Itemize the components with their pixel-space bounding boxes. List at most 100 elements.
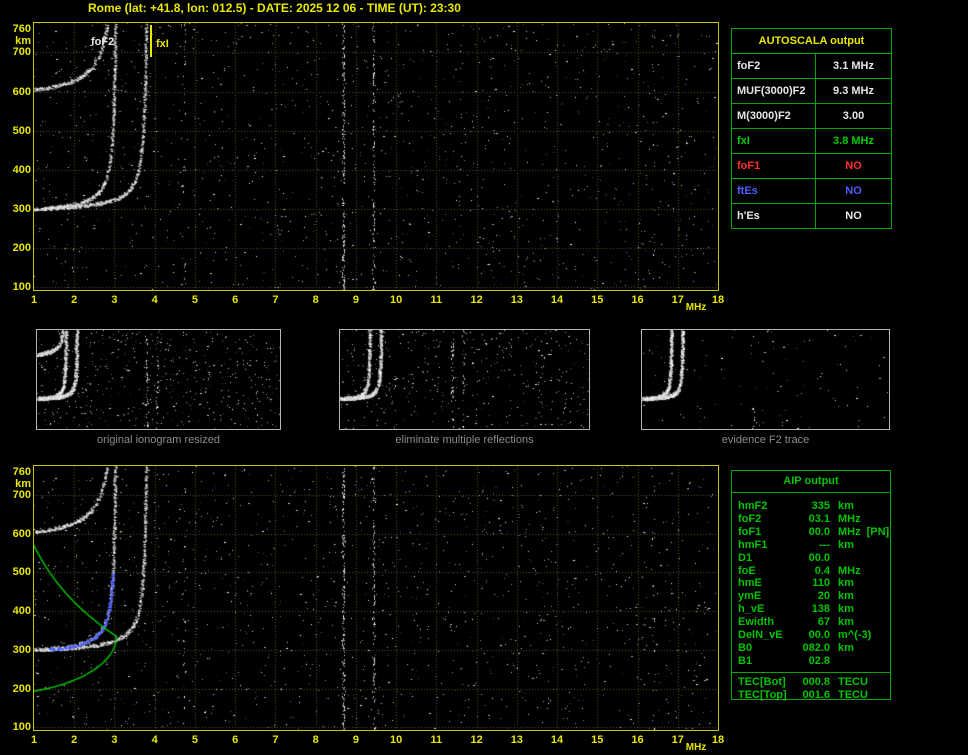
aip-row-b0: B0 082.0 km (732, 642, 890, 655)
aip-param-unit: TECU (838, 675, 868, 688)
x-axis-unit: MHz (685, 302, 707, 313)
fxI-marker-line (150, 25, 152, 57)
ionogram-bottom-plot (33, 465, 719, 731)
x-tick-label: 15 (591, 294, 604, 306)
aip-param-extra: [PN] (866, 525, 890, 538)
x-tick-label: 9 (352, 734, 359, 746)
aip-row-delnve: DelN_vE 00.0 m^(-3) (732, 629, 890, 642)
aip-param-value: 110 (812, 577, 830, 590)
thumbnail-caption-original: original ionogram resized (97, 434, 220, 446)
y-tick-label: 700 (12, 46, 31, 59)
x-tick-label: 2 (71, 294, 78, 306)
thumbnail-eliminate-canvas (340, 330, 589, 429)
y-axis-unit: km (15, 35, 31, 47)
x-tick-label: 18 (711, 294, 725, 306)
x-tick-label: 10 (389, 734, 403, 746)
x-tick-label: 6 (232, 734, 239, 746)
x-tick-label: 7 (272, 734, 279, 746)
autoscala-param-value: 3.8 MHz (815, 128, 892, 154)
thumbnail-original-ionogram (36, 329, 281, 430)
autoscala-row-muf3000f2: MUF(3000)F2 9.3 MHz (731, 78, 892, 104)
ionogram-bottom-canvas (34, 466, 718, 730)
x-tick-label: 14 (550, 734, 564, 746)
aip-divider (732, 671, 890, 673)
aip-param-name: B0 (738, 641, 753, 654)
aip-param-value: --- (819, 538, 830, 551)
x-tick-label: 11 (430, 294, 443, 306)
y-tick-label: 200 (12, 242, 31, 255)
autoscala-param-value: 3.1 MHz (815, 53, 892, 79)
x-tick-label: 6 (232, 294, 239, 306)
aip-param-value: 000.8 (802, 675, 830, 688)
aip-param-value: 138 (811, 603, 830, 616)
x-tick-label: 4 (151, 734, 158, 746)
aip-param-name: DelN_vE (738, 629, 783, 642)
y-tick-label: 600 (12, 85, 31, 98)
y-tick-label: 200 (12, 682, 31, 695)
y-tick-label: 300 (12, 643, 31, 656)
autoscala-screen: Rome (lat: +41.8, lon: 012.5) - DATE: 20… (0, 0, 968, 755)
aip-param-name: hmF1 (738, 538, 768, 551)
y-tick-label: 600 (12, 527, 31, 540)
autoscala-param-label: MUF(3000)F2 (731, 78, 816, 104)
x-tick-label: 5 (191, 294, 198, 306)
x-tick-label: 12 (470, 294, 483, 306)
ionogram-top-plot (33, 22, 719, 291)
thumbnail-original-canvas (37, 330, 280, 429)
autoscala-row-fxi: fxI 3.8 MHz (731, 128, 892, 154)
autoscala-param-value: 9.3 MHz (815, 78, 892, 104)
thumbnail-eliminate-reflections (339, 329, 590, 430)
aip-param-value: 67 (817, 616, 830, 629)
aip-param-name: h_vE (738, 603, 765, 616)
x-tick-label: 13 (510, 294, 523, 306)
aip-param-unit: km (838, 616, 854, 629)
x-tick-label: 13 (510, 734, 523, 746)
x-axis-unit: MHz (685, 742, 707, 753)
aip-param-name: TEC[Top] (738, 688, 787, 701)
y-axis-unit: km (15, 478, 31, 490)
aip-param-value: 20 (817, 590, 830, 603)
aip-param-unit: m^(-3) (838, 629, 872, 642)
aip-row-yme: ymE 20 km (732, 590, 890, 603)
autoscala-param-label: foF2 (731, 53, 816, 79)
aip-param-value: 0.4 (814, 564, 830, 577)
aip-row-hve: h_vE 138 km (732, 603, 890, 616)
y-tick-label: 300 (12, 202, 31, 215)
x-tick-label: 7 (272, 294, 279, 306)
x-tick-label: 15 (591, 734, 604, 746)
autoscala-row-ftes: ftEs NO (731, 178, 892, 204)
aip-param-name: foF1 (738, 525, 762, 538)
aip-row-foe: foE 0.4 MHz (732, 565, 890, 578)
y-tick-label: 500 (12, 566, 31, 579)
aip-row-tecbot: TEC[Bot] 000.8 TECU (732, 676, 890, 689)
aip-param-value: 335 (811, 500, 830, 512)
x-tick-label: 9 (352, 294, 359, 306)
aip-param-unit: km (838, 500, 854, 512)
aip-param-unit: km (838, 590, 854, 603)
autoscala-title-row: AUTOSCALA output (731, 28, 892, 54)
autoscala-param-label: foF1 (731, 153, 816, 179)
x-tick-label: 16 (631, 294, 644, 306)
aip-param-value: 00.0 (808, 525, 830, 538)
x-tick-label: 1 (30, 294, 38, 306)
aip-param-value: 00.0 (808, 551, 830, 564)
aip-param-unit: TECU (838, 688, 868, 701)
aip-row-b1: B1 02.8 (732, 655, 890, 668)
x-tick-label: 18 (711, 734, 725, 746)
autoscala-param-label: h'Es (731, 203, 816, 229)
x-tick-label: 10 (389, 294, 403, 306)
x-tick-label: 8 (312, 294, 319, 306)
autoscala-param-value: 3.00 (815, 103, 892, 129)
aip-param-name: B1 (738, 654, 753, 667)
aip-param-value: 001.6 (802, 688, 830, 701)
y-tick-label: 760 (12, 22, 31, 35)
aip-row-ewidth: Ewidth 67 km (732, 616, 890, 629)
y-tick-label: 100 (12, 721, 31, 734)
autoscala-output-table: AUTOSCALA output foF2 3.1 MHz MUF(3000)F2 9… (731, 28, 892, 229)
aip-tec-rows: TEC[Bot] 000.8 TECU TEC[Top] 001.6 TECU (732, 676, 890, 702)
aip-param-name: D1 (738, 551, 753, 564)
y-tick-label: 400 (12, 163, 31, 176)
aip-param-unit: MHz (838, 512, 861, 525)
thumbnail-caption-evidence: evidence F2 trace (721, 434, 810, 446)
aip-param-value: 00.0 (808, 629, 830, 642)
